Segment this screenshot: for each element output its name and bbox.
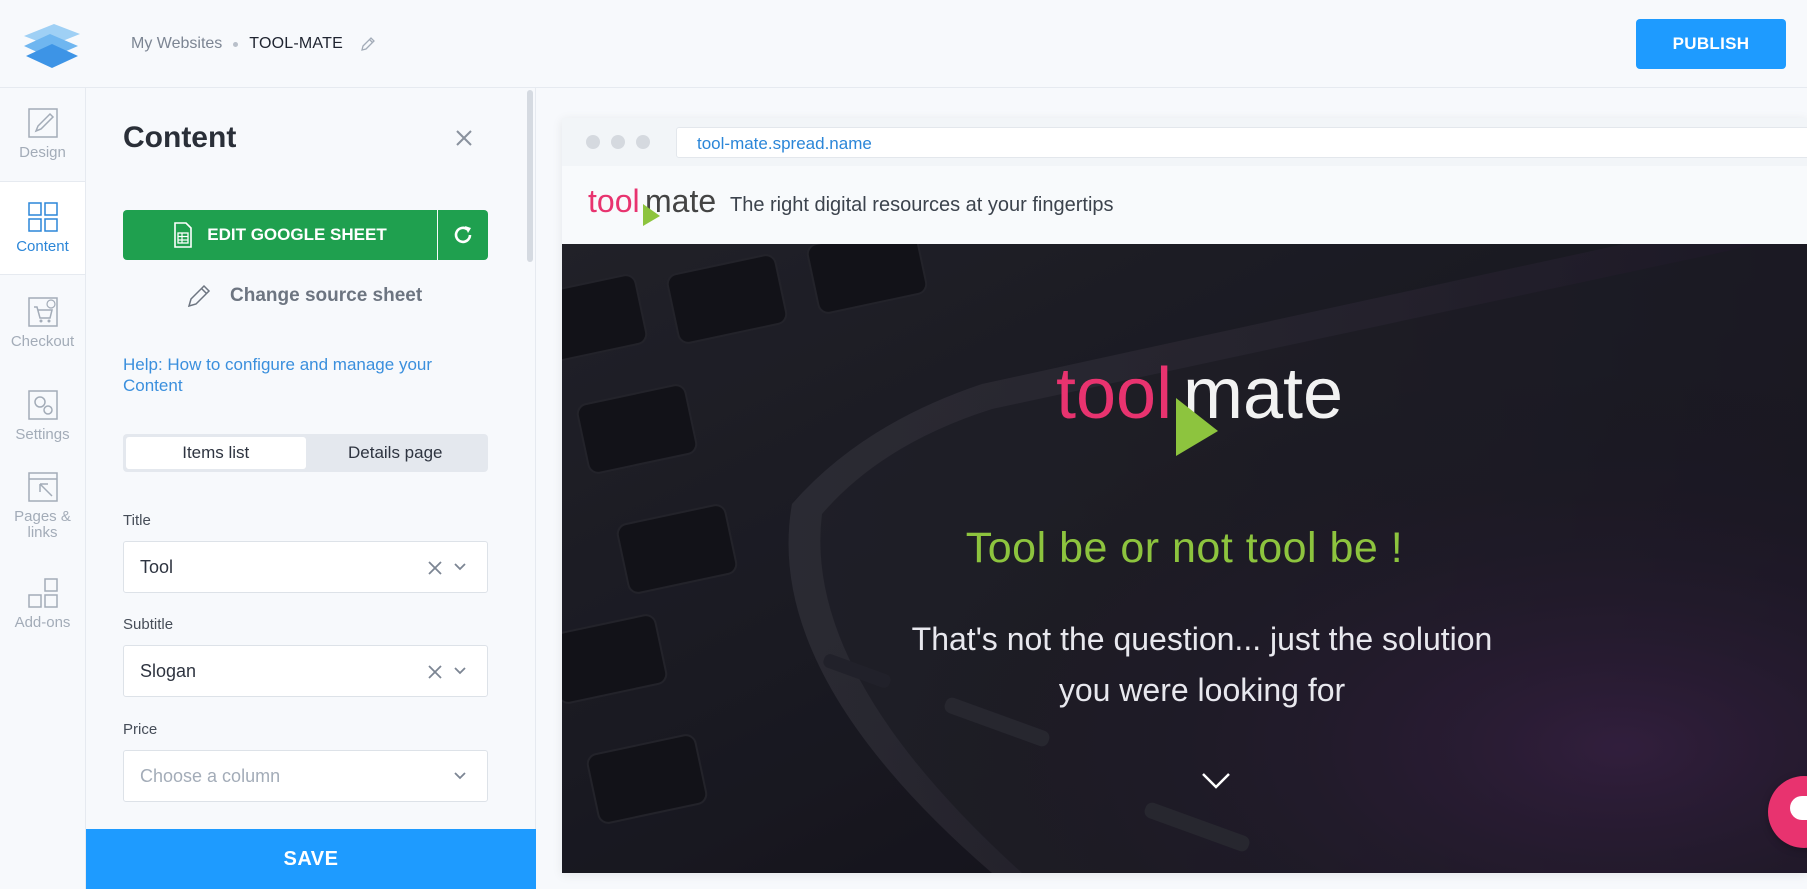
gear-icon	[27, 390, 58, 420]
pencil-icon	[187, 284, 211, 308]
rail-label: Checkout	[10, 333, 75, 350]
panel-title: Content	[123, 121, 237, 154]
rail-label: Design	[19, 144, 66, 161]
window-dot	[636, 135, 650, 149]
rename-pencil-icon[interactable]	[359, 36, 376, 53]
chat-icon	[1790, 796, 1807, 820]
url-bar[interactable]: tool-mate.spread.name	[676, 127, 1807, 158]
window-dot	[586, 135, 600, 149]
subtitle-field-label: Subtitle	[123, 616, 174, 633]
edit-google-sheet-button[interactable]: EDIT GOOGLE SHEET	[123, 210, 437, 260]
browser-chrome: tool-mate.spread.name	[562, 118, 1807, 166]
left-icon-rail: Design Content Checkout Settings Pages &…	[0, 88, 86, 889]
subtitle-column-select[interactable]: Slogan	[123, 645, 488, 697]
hero-section: tool mate Tool be or not tool be ! That'…	[562, 244, 1807, 873]
cart-icon	[27, 297, 58, 327]
rail-item-checkout[interactable]: Checkout	[0, 295, 85, 367]
subtitle-select-value: Slogan	[140, 661, 197, 681]
pages-icon	[27, 472, 58, 502]
price-column-select[interactable]: Choose a column	[123, 750, 488, 802]
site-tagline: The right digital resources at your fing…	[730, 194, 1114, 216]
content-panel: Content EDIT GOOGLE SHEET Change source …	[86, 88, 536, 889]
rail-item-settings[interactable]: Settings	[0, 388, 85, 460]
rail-label: Settings	[15, 426, 70, 443]
tab-items-list[interactable]: Items list	[126, 437, 306, 469]
top-bar: My Websites TOOL-MATE PUBLISH	[0, 0, 1807, 88]
refresh-button[interactable]	[438, 210, 488, 260]
price-field-label: Price	[123, 721, 158, 738]
rail-item-design[interactable]: Design	[0, 106, 85, 178]
scroll-down-chevron-icon[interactable]	[1200, 771, 1232, 791]
logo-text-tool: tool	[588, 183, 640, 219]
chevron-down-icon[interactable]	[453, 666, 467, 676]
sheet-icon	[174, 222, 193, 248]
window-dot	[611, 135, 625, 149]
breadcrumb-my-websites[interactable]: My Websites	[131, 35, 222, 53]
change-source-label: Change source sheet	[230, 285, 423, 306]
rail-item-pages-links[interactable]: Pages & links	[0, 470, 85, 560]
refresh-icon	[454, 226, 472, 244]
tab-details-page[interactable]: Details page	[306, 437, 486, 469]
edit-google-sheet-label: EDIT GOOGLE SHEET	[207, 225, 387, 244]
clear-icon[interactable]	[427, 560, 443, 576]
title-field-label: Title	[123, 512, 151, 529]
url-text: tool-mate.spread.name	[697, 134, 872, 153]
publish-button[interactable]: PUBLISH	[1636, 19, 1786, 69]
title-column-select[interactable]: Tool	[123, 541, 488, 593]
breadcrumb: My Websites TOOL-MATE	[131, 35, 376, 53]
panel-scrollbar[interactable]	[527, 90, 533, 262]
hero-logo-text-mate: mate	[1183, 356, 1343, 434]
change-source-sheet-link[interactable]: Change source sheet	[186, 283, 422, 309]
clear-icon[interactable]	[427, 664, 443, 680]
hero-subtitle-line-1: That's not the question... just the solu…	[911, 621, 1493, 657]
hero-subtitle-line-2: you were looking for	[1058, 672, 1346, 708]
design-brush-icon	[27, 108, 58, 138]
site-preview: tool-mate.spread.name tool mate The righ…	[562, 118, 1807, 873]
site-logo[interactable]: tool mate	[588, 182, 718, 228]
chevron-down-icon[interactable]	[453, 771, 467, 781]
rail-item-addons[interactable]: Add-ons	[0, 576, 85, 648]
close-icon[interactable]	[454, 128, 474, 148]
help-link[interactable]: Help: How to configure and manage your C…	[123, 354, 463, 396]
grid-icon	[27, 202, 58, 232]
hero-logo-text-tool: tool	[1056, 356, 1172, 434]
chevron-down-icon[interactable]	[453, 562, 467, 572]
view-toggle: Items list Details page	[123, 434, 488, 472]
rail-label: Add-ons	[14, 614, 71, 631]
rail-item-content[interactable]: Content	[0, 181, 85, 275]
hero-logo: tool mate	[1056, 356, 1343, 456]
rail-label: Pages & links	[14, 508, 71, 541]
price-select-placeholder: Choose a column	[140, 766, 281, 786]
app-logo-icon[interactable]	[20, 22, 84, 70]
breadcrumb-site-name: TOOL-MATE	[249, 35, 343, 52]
save-button[interactable]: SAVE	[86, 829, 536, 889]
breadcrumb-separator	[233, 41, 239, 47]
rail-label: Content	[16, 238, 69, 255]
hero-title: Tool be or not tool be !	[965, 524, 1404, 572]
hero-subtitle: That's not the question... just the solu…	[902, 614, 1502, 716]
title-select-value: Tool	[140, 557, 174, 577]
addons-icon	[27, 578, 58, 608]
site-header: tool mate The right digital resources at…	[562, 166, 1807, 244]
